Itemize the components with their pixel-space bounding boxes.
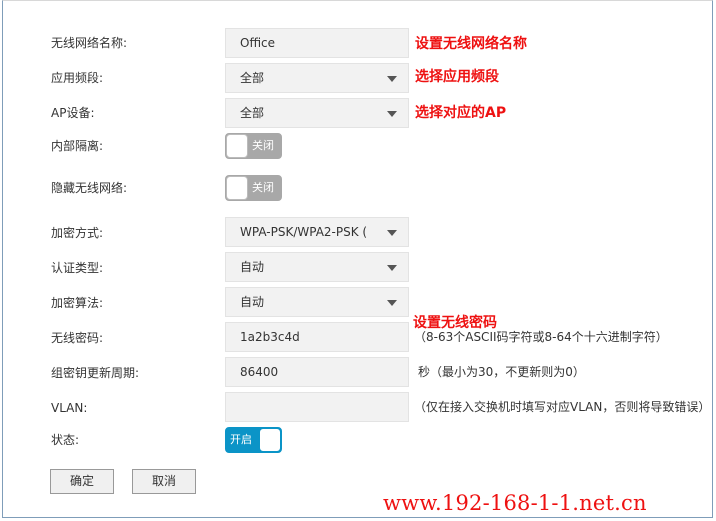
encryption-select[interactable]: WPA-PSK/WPA2-PSK ( [225,217,409,247]
group-key-input[interactable]: 86400 [225,357,409,387]
group-key-label: 组密钥更新周期: [51,366,140,380]
hide-ssid-label: 隐藏无线网络: [51,181,128,195]
band-annotation: 选择应用频段 [415,69,499,85]
ap-device-label: AP设备: [51,106,95,120]
toggle-knob [226,134,248,158]
vlan-input[interactable] [225,392,409,422]
password-hint: （8-63个ASCII码字符或8-64个十六进制字符） [414,330,668,344]
encryption-value: WPA-PSK/WPA2-PSK ( [240,225,368,239]
hide-ssid-toggle[interactable]: 关闭 [225,175,282,201]
status-label: 状态: [51,433,80,447]
status-state: 开启 [230,433,252,446]
chevron-down-icon [387,76,397,82]
status-toggle[interactable]: 开启 [225,427,282,453]
password-input[interactable]: 1a2b3c4d [225,322,409,352]
ap-device-value: 全部 [240,106,265,120]
cipher-value: 自动 [240,295,265,309]
chevron-down-icon [387,111,397,117]
cipher-select[interactable]: 自动 [225,287,409,317]
ok-button[interactable]: 确定 [50,469,114,494]
group-key-hint: 秒（最小为30，不更新则为0） [418,365,585,379]
ap-device-select[interactable]: 全部 [225,98,409,128]
band-label: 应用频段: [51,71,104,85]
band-value: 全部 [240,71,265,85]
vlan-label: VLAN: [51,401,88,415]
ap-device-annotation: 选择对应的AP [415,105,507,121]
band-select[interactable]: 全部 [225,63,409,93]
ssid-input[interactable]: Office [225,28,409,58]
chevron-down-icon [387,300,397,306]
hide-ssid-state: 关闭 [252,181,274,194]
toggle-knob [226,176,248,200]
cipher-label: 加密算法: [51,296,104,310]
ssid-label: 无线网络名称: [51,36,128,50]
toggle-knob [259,428,281,452]
isolation-label: 内部隔离: [51,139,104,153]
vlan-hint: （仅在接入交换机时填写对应VLAN，否则将导致错误） [414,400,711,414]
encryption-label: 加密方式: [51,226,104,240]
auth-type-select[interactable]: 自动 [225,252,409,282]
auth-type-label: 认证类型: [51,261,104,275]
password-label: 无线密码: [51,331,104,345]
auth-type-value: 自动 [240,260,265,274]
chevron-down-icon [387,230,397,236]
cancel-button[interactable]: 取消 [132,469,196,494]
isolation-toggle[interactable]: 关闭 [225,133,282,159]
watermark: www.192-168-1-1.net.cn [383,491,647,515]
ssid-annotation: 设置无线网络名称 [415,36,527,52]
isolation-state: 关闭 [252,139,274,152]
chevron-down-icon [387,265,397,271]
